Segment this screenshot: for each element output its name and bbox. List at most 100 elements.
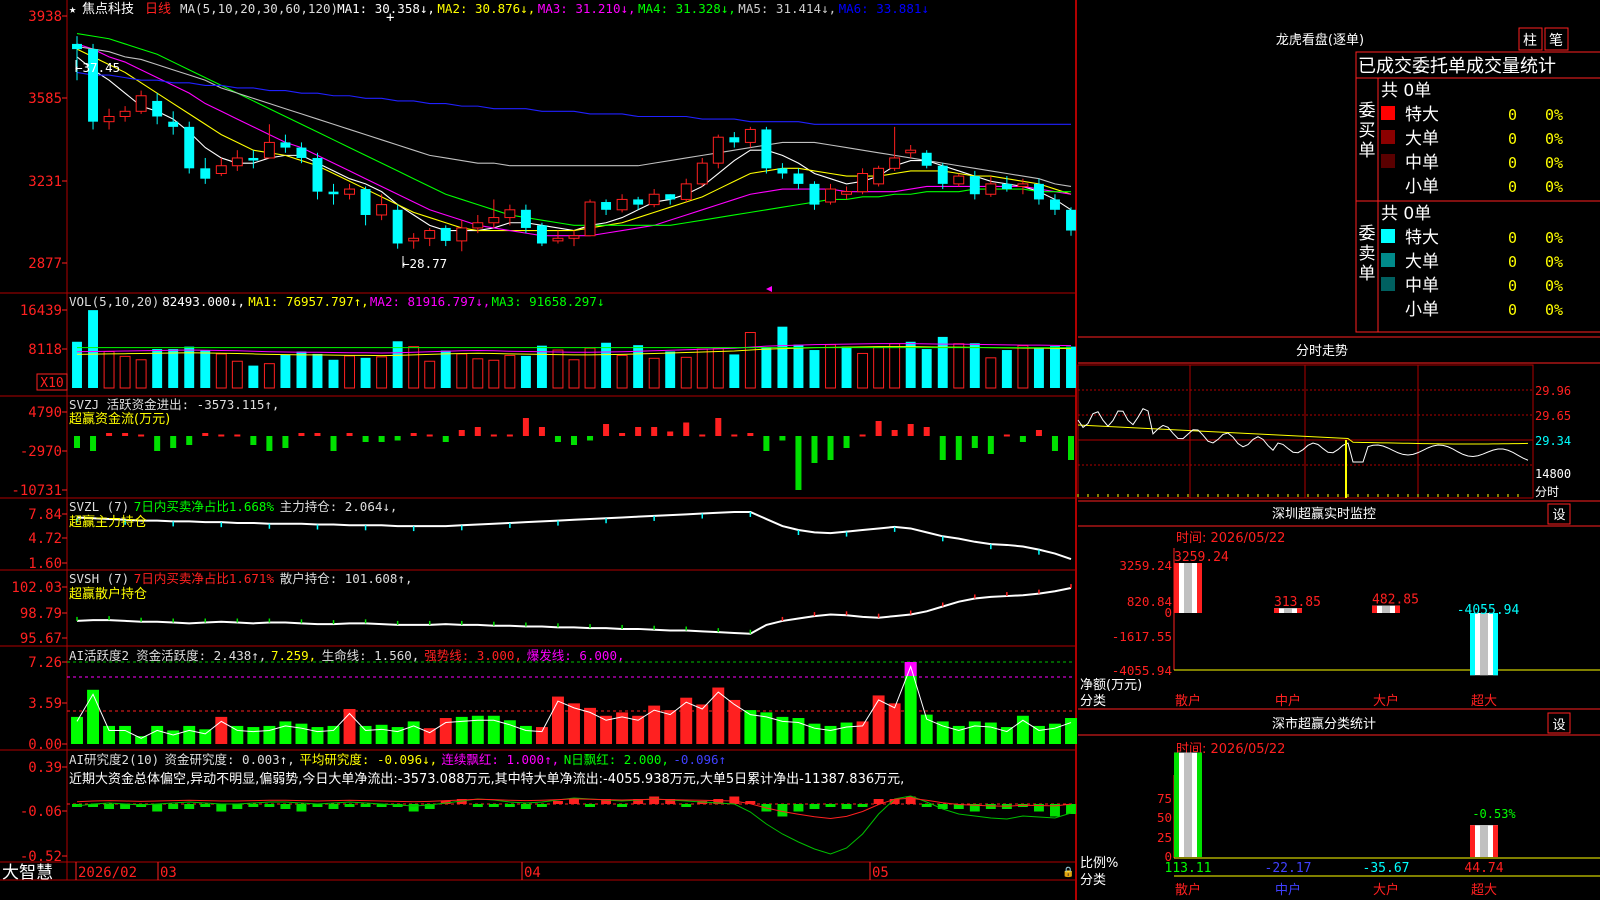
volume-bar-up	[552, 349, 564, 389]
price-tick: 3585	[28, 91, 62, 107]
fund-flow-bar	[74, 436, 80, 448]
fund-flow-bar	[218, 434, 225, 437]
svsh-legend-item: 7日内买卖净占比1.671%	[134, 571, 275, 586]
fund-flow-bar	[250, 436, 257, 445]
candle-body-down	[360, 189, 371, 215]
sell-row-label: 小单	[1405, 300, 1439, 320]
candle-body-down	[152, 100, 163, 117]
candle-body-up	[424, 230, 436, 239]
svsh-label: 超赢散户持仓	[69, 586, 147, 602]
main-chart-area[interactable]: 3938358532312877←37.45←28.77+ 164398118X…	[0, 0, 1600, 900]
ai-research-bar	[937, 804, 948, 809]
sell-label: 委	[1359, 224, 1376, 244]
volume-bar-down	[392, 341, 403, 388]
classify-value-label: 44.74	[1464, 861, 1503, 876]
volume-bar-down	[729, 354, 740, 388]
volume-bar-down	[969, 343, 980, 388]
volume-bar-up	[376, 356, 388, 389]
fund-flow-bar	[186, 436, 193, 445]
fund-flow-bar	[330, 436, 337, 451]
fund-flow-bar	[90, 436, 97, 451]
classify-tick: 25	[1157, 830, 1172, 845]
ai-research-tick: -0.06	[20, 804, 62, 820]
classify-tick: 50	[1157, 810, 1172, 825]
buy-row-pct: 0%	[1545, 178, 1563, 196]
volume-bar-down	[328, 359, 339, 388]
fund-flow-bar	[955, 436, 962, 460]
candle-body-up	[504, 209, 516, 219]
fund-flow-bar	[1035, 430, 1042, 436]
intraday-tick: 29.34	[1535, 434, 1571, 448]
candle-body-down	[761, 129, 772, 169]
volume-bar-up	[456, 353, 468, 389]
ma-legend-item: MA1: 30.358↓,	[337, 1, 435, 16]
volume-bar-up	[648, 357, 660, 389]
stock-title[interactable]: 焦点科技	[82, 2, 134, 17]
svsh-tick: 102.03	[11, 580, 62, 596]
monitor-title: 深圳超赢实时监控	[1272, 506, 1376, 522]
buy-label: 单	[1359, 141, 1376, 161]
sell-label: 卖	[1359, 244, 1376, 264]
ai-active-bar	[103, 725, 116, 744]
monitor-value-label: 3259.24	[1174, 550, 1229, 565]
fund-flow-bar	[202, 433, 209, 436]
fund-flow-bar	[1019, 436, 1026, 442]
intraday-tick: 分时	[1535, 485, 1559, 499]
monitor-tick: -4055.94	[1112, 663, 1172, 678]
fund-flow-bar	[522, 418, 529, 436]
ai-research-bar	[264, 804, 275, 807]
candle-body-up	[344, 188, 356, 195]
monitor-value-label: 313.85	[1274, 595, 1321, 610]
candle-body-down	[665, 194, 676, 200]
sell-row-pct: 0%	[1545, 277, 1563, 295]
candle-body-up	[456, 227, 468, 242]
fund-flow-bar	[891, 430, 898, 436]
candle-body-up	[568, 235, 580, 239]
classify-unit-label: 比例%	[1080, 856, 1118, 871]
fund-flow-bar	[603, 424, 610, 436]
fund-flow-bar	[843, 436, 850, 448]
ai-active-bar	[1065, 718, 1077, 744]
candle-body-up	[119, 110, 131, 117]
candle-body-down	[184, 126, 195, 169]
month-label: 05	[872, 865, 889, 881]
volume-bar-down	[72, 341, 82, 388]
buy-row-count: 0	[1508, 178, 1517, 196]
ai-research-bar	[472, 804, 483, 807]
volume-bar-down	[248, 365, 259, 388]
monitor-bar-3	[1470, 613, 1498, 676]
candle-body-down	[296, 147, 307, 158]
candle-body-up	[648, 193, 660, 206]
ai-research-bar	[120, 804, 131, 809]
fund-flow-bar	[731, 434, 738, 437]
ai-research-legend-item: 资金研究度: 0.003↑,	[165, 752, 295, 767]
fund-flow-bar	[170, 436, 177, 448]
fund-flow-bar	[923, 427, 930, 436]
fund-flow-bar	[490, 434, 497, 437]
vol-legend-item: VOL(5,10,20)	[69, 294, 159, 309]
volume-bar-down	[152, 349, 163, 388]
fund-flow-bar	[122, 433, 129, 436]
volume-bar-down	[601, 342, 612, 388]
candle-body-down	[72, 43, 82, 50]
fund-flow-bar	[699, 434, 706, 437]
price-tick: 3938	[28, 9, 62, 25]
ai-active-bar	[327, 725, 340, 744]
ai-research-bar	[809, 804, 820, 809]
ai-active-bar	[279, 721, 292, 744]
classify-value-label: 113.11	[1165, 861, 1212, 876]
month-label: 2026/02	[78, 865, 137, 881]
ai-active-bar	[167, 730, 180, 744]
ai-research-legend-item: 连续飘红: 1.000↑,	[441, 752, 559, 767]
candle-body-down	[601, 202, 612, 210]
ai-research-bar	[681, 804, 692, 807]
ai-active-bar	[936, 721, 949, 744]
svsh-legend-item: 散户持仓: 101.608↑,	[280, 571, 413, 586]
ai-research-bar	[504, 804, 515, 807]
fund-flow-bar	[683, 422, 690, 436]
volume-bar-up	[488, 359, 500, 389]
volume-bar-up	[472, 358, 484, 389]
ai-active-peak-marker	[904, 662, 917, 676]
svzl-label: 超赢主力持仓	[69, 514, 147, 530]
volume-bar-up	[857, 352, 869, 389]
